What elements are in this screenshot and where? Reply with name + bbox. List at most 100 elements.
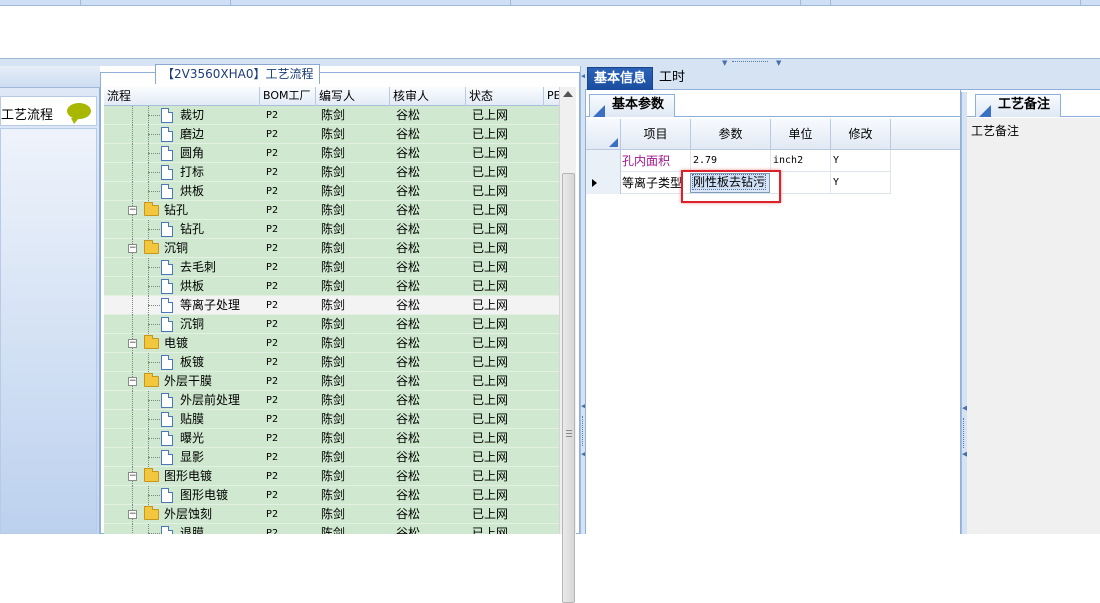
writer-cell: 陈剑 — [321, 203, 346, 217]
splitter-grip[interactable] — [963, 418, 965, 448]
tree-row[interactable]: 钻孔 P2 陈剑 谷松 已上网 — [104, 220, 560, 239]
tree-row[interactable]: 沉铜 P2 陈剑 谷松 已上网 — [104, 315, 560, 334]
status-cell: 已上网 — [472, 317, 509, 331]
column-header-flow[interactable]: 流程 — [104, 87, 260, 106]
writer-cell: 陈剑 — [321, 507, 346, 521]
params-row[interactable]: 孔内面积 2.79 inch2 Y — [586, 150, 891, 172]
tree-connector-line — [132, 277, 133, 296]
bom-plant-cell: P2 — [266, 490, 279, 501]
document-icon — [161, 393, 173, 408]
row-header[interactable] — [586, 172, 621, 194]
subtab-strip: 基本参数 — [586, 90, 960, 117]
scroll-up-arrow-icon[interactable] — [563, 91, 573, 97]
reviewer-cell: 谷松 — [396, 298, 421, 312]
reviewer-cell: 谷松 — [396, 526, 421, 534]
params-row[interactable]: 等离子类型 刚性板去钻污 Y — [586, 172, 891, 194]
basic-info-panel: 基本参数 项目 参数 单位 修改 孔内面积 2.79 inch2 Y 等离子类型… — [585, 90, 961, 534]
splitter-grip[interactable] — [732, 61, 768, 63]
column-header-modify[interactable]: 修改 — [831, 119, 891, 150]
tree-connector-line — [132, 353, 133, 372]
column-header-status[interactable]: 状态 — [466, 87, 544, 106]
status-cell: 已上网 — [472, 336, 509, 350]
tree-row[interactable]: 打标 P2 陈剑 谷松 已上网 — [104, 163, 560, 182]
folder-icon — [144, 468, 159, 482]
flow-grid-scrollbar[interactable] — [559, 87, 576, 603]
tree-row[interactable]: 去毛刺 P2 陈剑 谷松 已上网 — [104, 258, 560, 277]
splitter-grip[interactable] — [582, 416, 584, 446]
param-value[interactable]: 2.79 — [691, 150, 771, 172]
column-header-bom-plant[interactable]: BOM工厂 — [260, 87, 316, 106]
speech-bubble-icon[interactable] — [67, 103, 91, 124]
tree-row[interactable]: − 电镀 P2 陈剑 谷松 已上网 — [104, 334, 560, 353]
tree-row[interactable]: 裁切 P2 陈剑 谷松 已上网 — [104, 106, 560, 125]
bom-plant-cell: P2 — [266, 148, 279, 159]
writer-cell: 陈剑 — [321, 355, 346, 369]
column-header-parameter[interactable]: 参数 — [691, 119, 771, 150]
column-header-unit[interactable]: 单位 — [771, 119, 831, 150]
tree-row[interactable]: − 图形电镀 P2 陈剑 谷松 已上网 — [104, 467, 560, 486]
scroll-thumb[interactable] — [562, 173, 575, 603]
tab-process-remarks[interactable]: 工艺备注 — [975, 94, 1062, 117]
reviewer-cell: 谷松 — [396, 393, 421, 407]
tree-row[interactable]: 烘板 P2 陈剑 谷松 已上网 — [104, 277, 560, 296]
tree-row[interactable]: − 外层蚀刻 P2 陈剑 谷松 已上网 — [104, 505, 560, 524]
status-cell: 已上网 — [472, 146, 509, 160]
bom-plant-cell: P2 — [266, 338, 279, 349]
tree-row[interactable]: 圆角 P2 陈剑 谷松 已上网 — [104, 144, 560, 163]
tree-row[interactable]: 贴膜 P2 陈剑 谷松 已上网 — [104, 410, 560, 429]
nav-item-process-flow[interactable]: 工艺流程 — [0, 96, 97, 126]
remarks-body[interactable]: 工艺备注 — [967, 118, 1100, 534]
tree-row[interactable]: 板镀 P2 陈剑 谷松 已上网 — [104, 353, 560, 372]
writer-cell: 陈剑 — [321, 469, 346, 483]
document-icon — [161, 526, 173, 534]
tree-row[interactable]: − 外层干膜 P2 陈剑 谷松 已上网 — [104, 372, 560, 391]
collapse-icon[interactable]: − — [128, 206, 137, 215]
params-table-corner[interactable] — [586, 119, 621, 150]
folder-icon — [144, 373, 159, 387]
collapse-icon[interactable]: − — [128, 244, 137, 253]
bom-plant-cell: P2 — [266, 129, 279, 140]
param-unit: inch2 — [771, 150, 831, 172]
collapse-icon[interactable]: − — [128, 510, 137, 519]
tab-basic-info[interactable]: 基本信息 — [587, 67, 654, 90]
column-header-writer[interactable]: 编写人 — [316, 87, 390, 106]
column-header-item[interactable]: 项目 — [621, 119, 691, 150]
bom-plant-cell: P2 — [266, 262, 279, 273]
collapse-icon[interactable]: − — [128, 472, 137, 481]
status-cell: 已上网 — [472, 450, 509, 464]
tree-row[interactable]: 图形电镀 P2 陈剑 谷松 已上网 — [104, 486, 560, 505]
bom-plant-cell: P2 — [266, 186, 279, 197]
flow-tree-grid[interactable]: 裁切 P2 陈剑 谷松 已上网 磨边 P2 陈剑 谷松 已上网 圆角 P2 陈剑 谷松 已上网 打标 P2 陈剑谷… — [104, 106, 560, 534]
tree-connector-line — [132, 220, 133, 239]
tree-row[interactable]: 外层前处理 P2 陈剑 谷松 已上网 — [104, 391, 560, 410]
tree-row[interactable]: 烘板 P2 陈剑 谷松 已上网 — [104, 182, 560, 201]
tree-connector-line — [132, 410, 133, 429]
writer-cell: 陈剑 — [321, 184, 346, 198]
column-header-pe[interactable]: PE — [544, 87, 560, 106]
subtab-basic-params[interactable]: 基本参数 — [589, 94, 676, 117]
tab-work-hours[interactable]: 工时 — [653, 67, 691, 90]
reviewer-cell: 谷松 — [396, 431, 421, 445]
row-header[interactable] — [586, 150, 621, 172]
document-icon — [161, 146, 173, 161]
tree-row[interactable]: − 沉铜 P2 陈剑 谷松 已上网 — [104, 239, 560, 258]
reviewer-cell: 谷松 — [396, 317, 421, 331]
tree-row[interactable]: 退膜 P2 陈剑 谷松 已上网 — [104, 524, 560, 534]
tree-connector-line — [132, 125, 133, 144]
tree-row[interactable]: 曝光 P2 陈剑 谷松 已上网 — [104, 429, 560, 448]
tree-row[interactable]: 磨边 P2 陈剑 谷松 已上网 — [104, 125, 560, 144]
tree-row[interactable]: 显影 P2 陈剑 谷松 已上网 — [104, 448, 560, 467]
tree-row[interactable]: − 钻孔 P2 陈剑 谷松 已上网 — [104, 201, 560, 220]
tree-connector-line — [132, 429, 133, 448]
status-cell: 已上网 — [472, 279, 509, 293]
document-icon — [161, 260, 173, 275]
tree-connector-line — [148, 419, 160, 420]
collapse-icon[interactable]: − — [128, 339, 137, 348]
detail-tabs-bar: 基本信息 工时 — [585, 66, 1100, 90]
collapse-icon[interactable]: − — [128, 377, 137, 386]
status-cell: 已上网 — [472, 260, 509, 274]
bom-plant-cell: P2 — [266, 205, 279, 216]
param-value-editor[interactable]: 刚性板去钻污 — [690, 173, 770, 193]
tree-row[interactable]: 等离子处理 P2 陈剑 谷松 已上网 — [104, 296, 560, 315]
column-header-reviewer[interactable]: 核审人 — [390, 87, 466, 106]
